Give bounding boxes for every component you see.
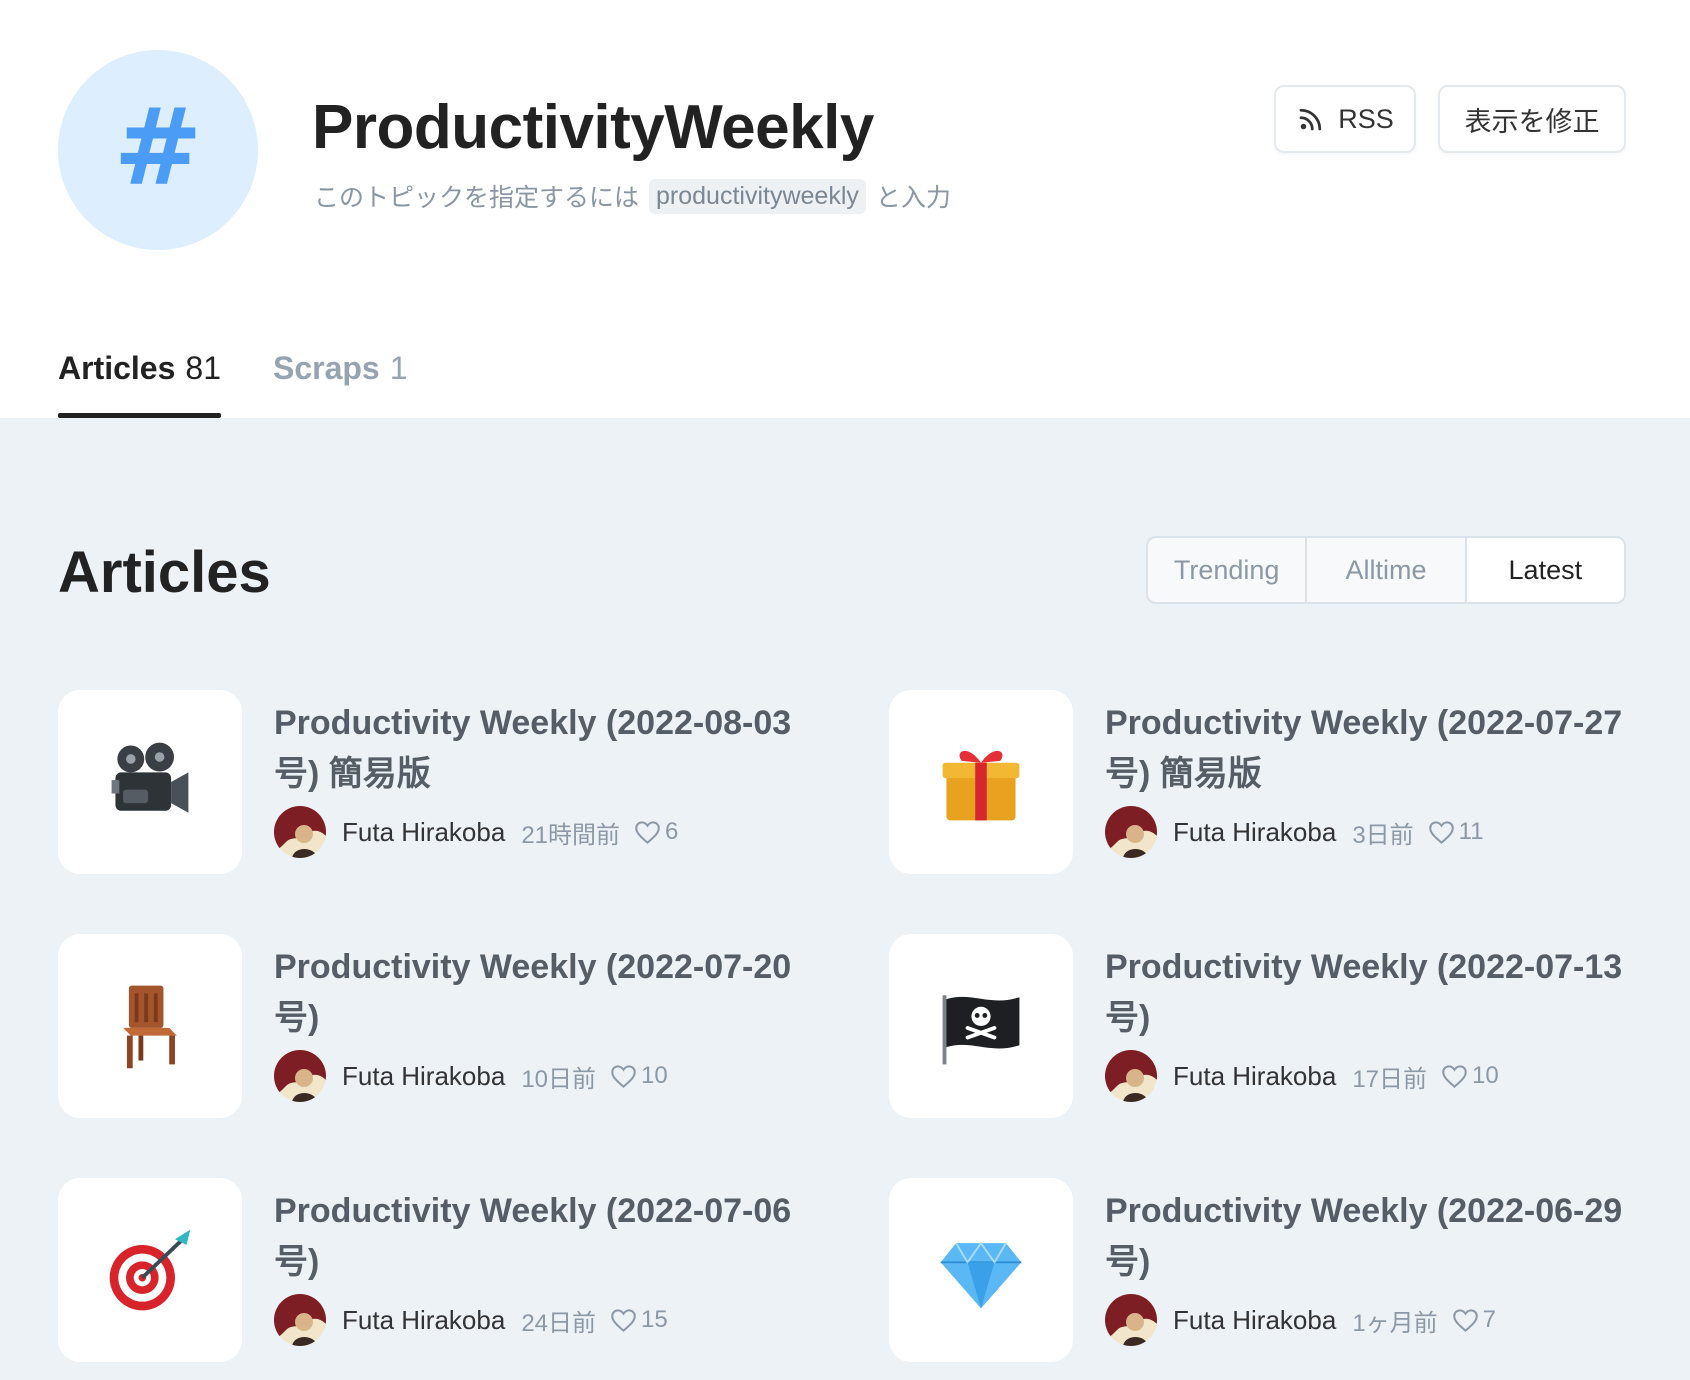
avatar[interactable] bbox=[1105, 1294, 1157, 1346]
tab-articles-label: Articles bbox=[58, 350, 176, 386]
tab-scraps-label: Scraps bbox=[272, 350, 380, 386]
like-count: 7 bbox=[1452, 1306, 1496, 1334]
sort-toggle: Trending Alltime Latest bbox=[1146, 536, 1626, 604]
heart-icon bbox=[634, 820, 661, 845]
heart-icon bbox=[1452, 1308, 1479, 1333]
published-time: 17日前 bbox=[1352, 1065, 1428, 1093]
topic-code: productivityweekly bbox=[649, 178, 866, 214]
article-thumbnail[interactable] bbox=[889, 690, 1073, 874]
rss-icon bbox=[1299, 108, 1322, 131]
content-tabs: Articles 81 Scraps 1 bbox=[58, 350, 460, 418]
article-card[interactable]: Productivity Weekly (2022-07-13号) Futa H… bbox=[889, 934, 1689, 1119]
article-thumbnail[interactable] bbox=[58, 934, 242, 1118]
topic-icon-circle: # bbox=[58, 50, 258, 250]
avatar[interactable] bbox=[274, 806, 326, 858]
article-card[interactable]: Productivity Weekly (2022-07-27号) 簡易版 Fu… bbox=[889, 690, 1689, 875]
article-meta: Futa Hirakoba 21時間前 6 bbox=[274, 804, 678, 860]
like-count-value: 6 bbox=[665, 818, 679, 845]
like-count-value: 15 bbox=[641, 1306, 668, 1333]
sort-latest-button[interactable]: Latest bbox=[1466, 538, 1624, 602]
rss-button[interactable]: RSS bbox=[1274, 85, 1416, 153]
author-name[interactable]: Futa Hirakoba bbox=[342, 1061, 505, 1092]
avatar[interactable] bbox=[274, 1294, 326, 1346]
pirate-flag-icon bbox=[942, 995, 1020, 1065]
article-meta: Futa Hirakoba 10日前 10 bbox=[274, 1048, 668, 1104]
direct-hit-icon bbox=[109, 1229, 191, 1311]
heart-icon bbox=[1428, 820, 1455, 845]
published-time: 10日前 bbox=[521, 1065, 597, 1093]
sort-alltime-button[interactable]: Alltime bbox=[1307, 538, 1467, 602]
chair-icon bbox=[123, 985, 177, 1069]
page-title: ProductivityWeekly bbox=[312, 93, 874, 162]
rss-label: RSS bbox=[1338, 103, 1394, 134]
avatar[interactable] bbox=[1105, 1050, 1157, 1102]
article-title[interactable]: Productivity Weekly (2022-07-13号) bbox=[1105, 942, 1645, 1044]
author-name[interactable]: Futa Hirakoba bbox=[1173, 817, 1336, 848]
article-thumbnail[interactable] bbox=[889, 1178, 1073, 1362]
topic-hint: このトピックを指定するには productivityweekly と入力 bbox=[314, 178, 951, 214]
tab-scraps[interactable]: Scraps 1 bbox=[273, 350, 408, 418]
article-meta: Futa Hirakoba 24日前 15 bbox=[274, 1292, 668, 1348]
like-count-value: 7 bbox=[1482, 1306, 1497, 1333]
like-count-value: 10 bbox=[641, 1062, 668, 1089]
topic-header: # ProductivityWeekly このトピックを指定するには produ… bbox=[0, 0, 1690, 418]
article-card[interactable]: Productivity Weekly (2022-07-06号) Futa H… bbox=[58, 1178, 858, 1363]
article-title[interactable]: Productivity Weekly (2022-07-27号) 簡易版 bbox=[1105, 698, 1645, 800]
published-time: 1ヶ月前 bbox=[1352, 1309, 1438, 1337]
tab-articles[interactable]: Articles 81 bbox=[58, 350, 221, 418]
like-count: 6 bbox=[634, 818, 678, 846]
published-time: 24日前 bbox=[521, 1309, 597, 1337]
article-title[interactable]: Productivity Weekly (2022-08-03号) 簡易版 bbox=[274, 698, 814, 800]
article-thumbnail[interactable] bbox=[58, 1178, 242, 1362]
movie-camera-icon bbox=[111, 742, 189, 813]
author-name[interactable]: Futa Hirakoba bbox=[342, 817, 505, 848]
hint-suffix: と入力 bbox=[875, 184, 951, 212]
article-title[interactable]: Productivity Weekly (2022-06-29号) bbox=[1105, 1186, 1645, 1288]
gem-icon bbox=[940, 1241, 1022, 1309]
article-card[interactable]: Productivity Weekly (2022-08-03号) 簡易版 Fu… bbox=[58, 690, 858, 875]
like-count: 15 bbox=[610, 1306, 668, 1334]
published-time: 21時間前 bbox=[521, 821, 621, 849]
articles-section: Articles Trending Alltime Latest Product… bbox=[0, 418, 1690, 1380]
article-meta: Futa Hirakoba 17日前 10 bbox=[1105, 1048, 1499, 1104]
hint-prefix: このトピックを指定するには bbox=[314, 184, 640, 212]
article-title[interactable]: Productivity Weekly (2022-07-20号) bbox=[274, 942, 814, 1044]
heart-icon bbox=[610, 1064, 637, 1089]
hash-icon: # bbox=[113, 86, 203, 209]
article-meta: Futa Hirakoba 3日前 11 bbox=[1105, 804, 1484, 860]
article-title[interactable]: Productivity Weekly (2022-07-06号) bbox=[274, 1186, 814, 1288]
article-thumbnail[interactable] bbox=[889, 934, 1073, 1118]
avatar[interactable] bbox=[274, 1050, 326, 1102]
article-meta: Futa Hirakoba 1ヶ月前 7 bbox=[1105, 1292, 1496, 1348]
like-count: 10 bbox=[1441, 1062, 1499, 1090]
heart-icon bbox=[610, 1308, 637, 1333]
tab-articles-count: 81 bbox=[185, 350, 221, 386]
edit-display-button[interactable]: 表示を修正 bbox=[1438, 85, 1626, 153]
like-count: 11 bbox=[1428, 818, 1484, 846]
sort-trending-button[interactable]: Trending bbox=[1148, 538, 1308, 602]
like-count-value: 10 bbox=[1472, 1062, 1499, 1089]
author-name[interactable]: Futa Hirakoba bbox=[1173, 1061, 1336, 1092]
gift-icon bbox=[942, 750, 1020, 821]
author-name[interactable]: Futa Hirakoba bbox=[342, 1305, 505, 1336]
section-title: Articles bbox=[58, 540, 271, 605]
avatar[interactable] bbox=[1105, 806, 1157, 858]
published-time: 3日前 bbox=[1352, 821, 1414, 849]
like-count-value: 11 bbox=[1458, 818, 1484, 845]
article-card[interactable]: Productivity Weekly (2022-06-29号) Futa H… bbox=[889, 1178, 1689, 1363]
heart-icon bbox=[1441, 1064, 1468, 1089]
like-count: 10 bbox=[610, 1062, 668, 1090]
article-thumbnail[interactable] bbox=[58, 690, 242, 874]
tab-scraps-count: 1 bbox=[389, 350, 408, 386]
article-card[interactable]: Productivity Weekly (2022-07-20号) Futa H… bbox=[58, 934, 858, 1119]
author-name[interactable]: Futa Hirakoba bbox=[1173, 1305, 1336, 1336]
